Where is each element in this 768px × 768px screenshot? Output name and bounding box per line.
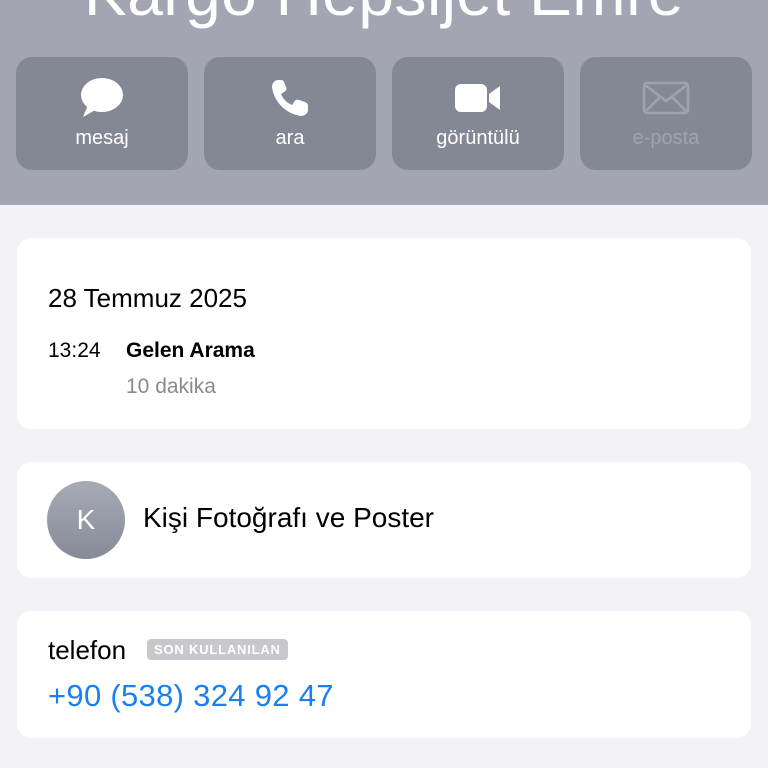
email-button-label: e-posta <box>632 127 700 149</box>
call-button[interactable]: ara <box>204 57 376 170</box>
call-history-card: 28 Temmuz 2025 13:24 Gelen Arama 10 daki… <box>17 238 751 429</box>
phone-card: telefon SON KULLANILAN +90 (538) 324 92 … <box>17 611 751 738</box>
phone-label: telefon <box>48 635 127 665</box>
call-date: 28 Temmuz 2025 <box>48 283 247 313</box>
message-button[interactable]: mesaj <box>16 57 188 170</box>
contact-photo-poster-row[interactable]: K Kişi Fotoğrafı ve Poster <box>17 462 751 578</box>
envelope-icon <box>580 77 752 119</box>
contact-photo-poster-label: Kişi Fotoğrafı ve Poster <box>143 502 435 533</box>
phone-icon <box>204 77 376 119</box>
contact-header: Kargo Hepsijet Emre mesaj ara görüntülü <box>0 0 768 205</box>
message-bubble-icon <box>16 77 188 119</box>
phone-number-link[interactable]: +90 (538) 324 92 47 <box>48 678 334 714</box>
avatar: K <box>47 481 125 559</box>
contact-name: Kargo Hepsijet Emre <box>0 0 768 30</box>
email-button[interactable]: e-posta <box>580 57 752 170</box>
message-button-label: mesaj <box>75 127 129 149</box>
video-button-label: görüntülü <box>436 127 520 149</box>
call-type: Gelen Arama <box>126 339 255 362</box>
video-button[interactable]: görüntülü <box>392 57 564 170</box>
call-duration: 10 dakika <box>126 375 216 398</box>
call-time: 13:24 <box>48 339 101 362</box>
recently-used-badge: SON KULLANILAN <box>147 639 288 660</box>
call-button-label: ara <box>275 127 305 149</box>
video-camera-icon <box>392 77 564 119</box>
